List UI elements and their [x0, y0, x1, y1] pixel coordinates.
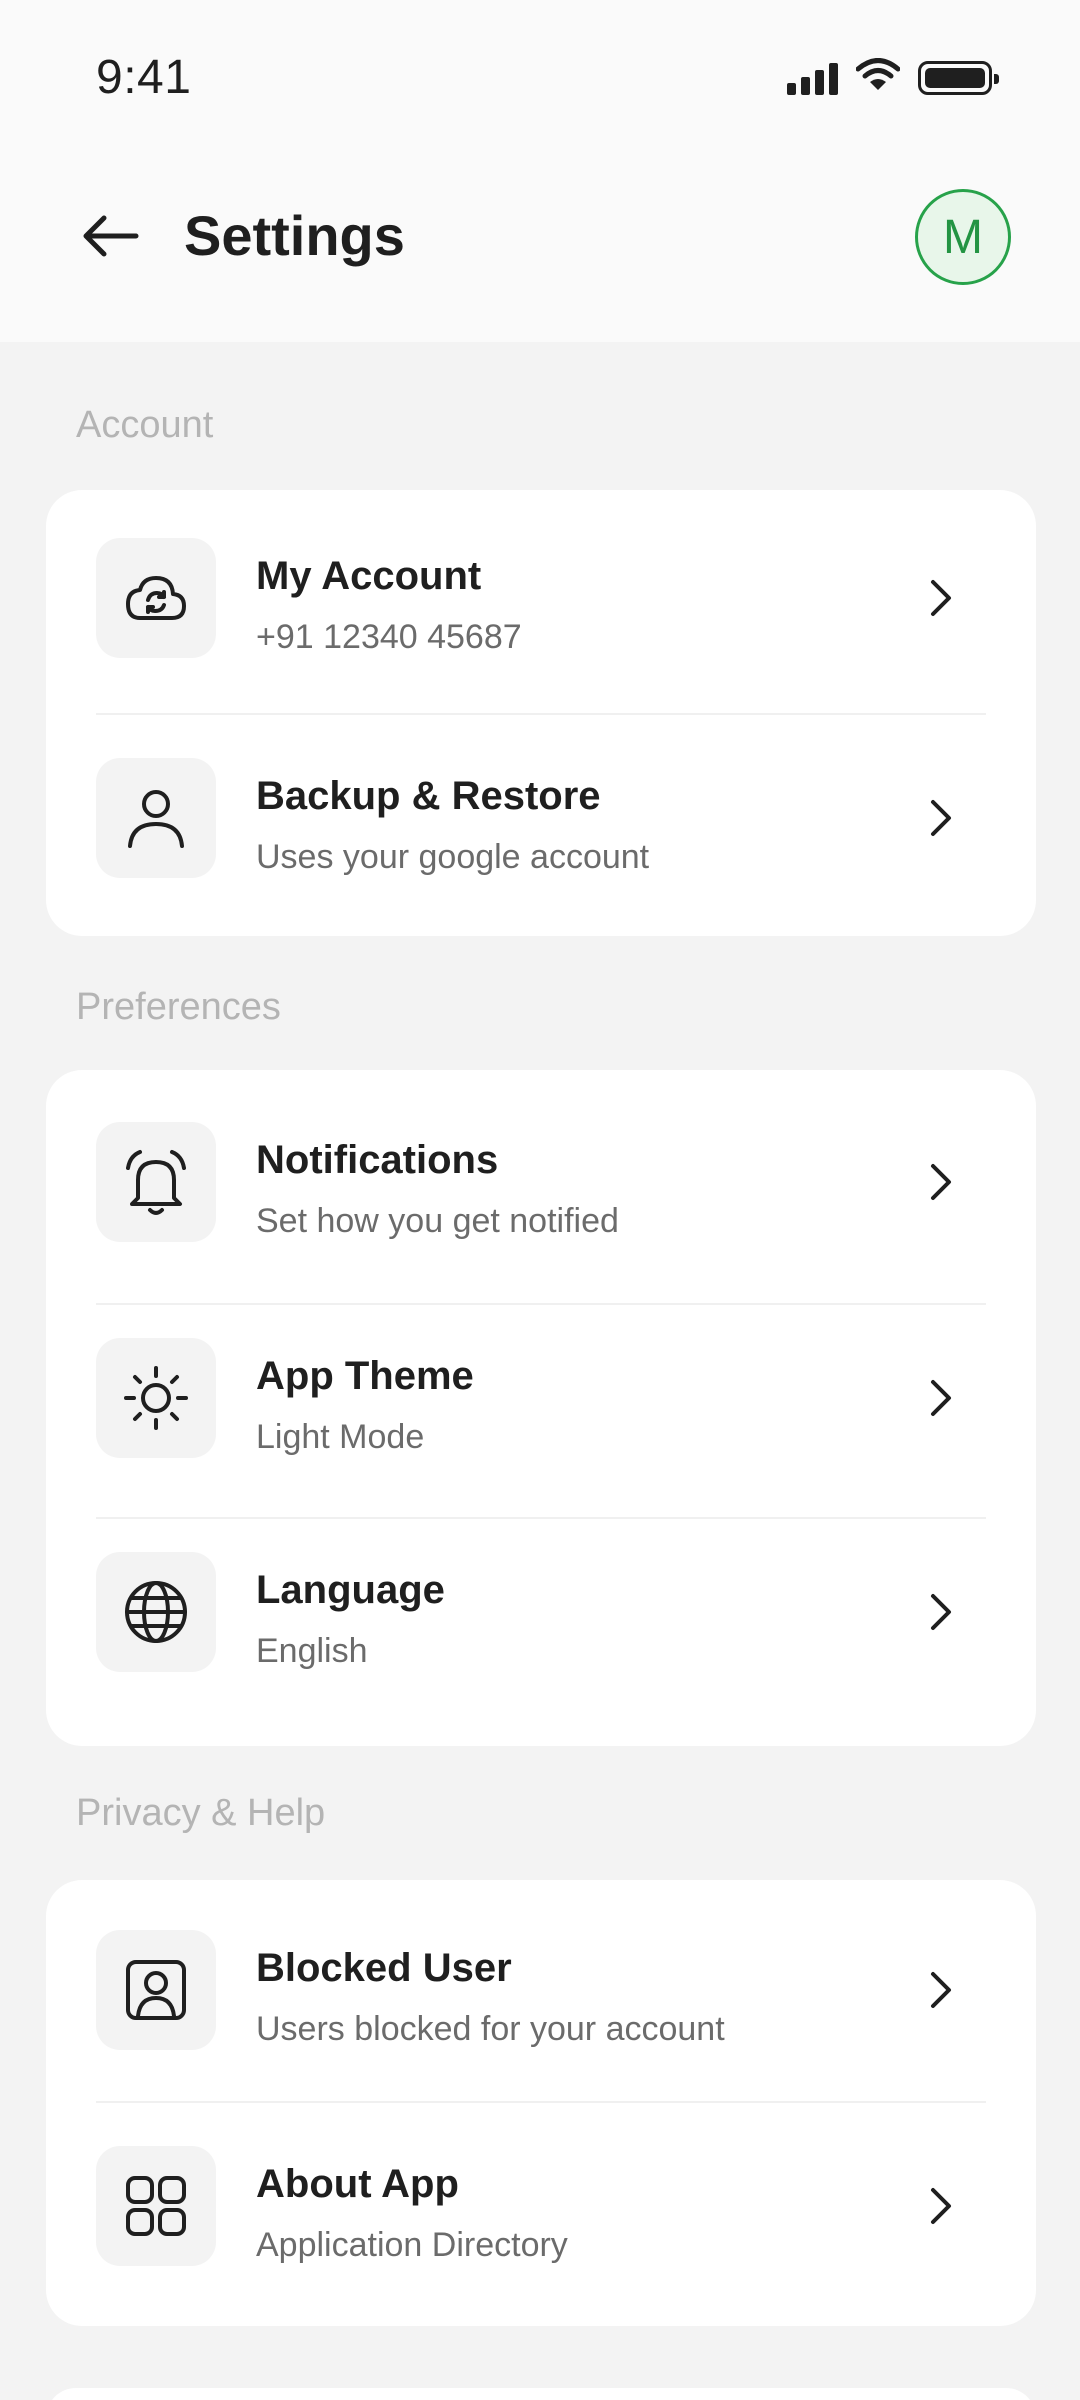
avatar[interactable]: M — [915, 189, 1011, 285]
item-title: Notifications — [256, 1138, 499, 1182]
item-title: Backup & Restore — [256, 774, 601, 818]
settings-item-notifications[interactable]: Notifications Set how you get notified — [46, 1074, 1036, 1290]
settings-item-backup-restore[interactable]: Backup & Restore Uses your google accoun… — [46, 710, 1036, 926]
sun-icon — [96, 1338, 216, 1458]
grid-icon — [96, 2146, 216, 2266]
chevron-right-icon — [916, 1158, 964, 1206]
section-label-account: Account — [76, 404, 214, 446]
item-subtitle: Users blocked for your account — [256, 2010, 725, 2048]
next-card-peek — [46, 2388, 1036, 2400]
wifi-icon — [855, 58, 901, 97]
item-subtitle: English — [256, 1632, 368, 1670]
back-button[interactable] — [74, 200, 146, 272]
settings-item-blocked-user[interactable]: Blocked User Users blocked for your acco… — [46, 1882, 1036, 2098]
account-card: My Account +91 12340 45687 Backup & Rest… — [46, 490, 1036, 936]
battery-icon — [918, 60, 999, 95]
settings-screen: 9:41 Settings M Account My Account +91 1… — [0, 0, 1080, 2400]
page-title: Settings — [184, 204, 405, 267]
signal-icon — [787, 61, 838, 95]
item-title: Blocked User — [256, 1946, 512, 1990]
preferences-card: Notifications Set how you get notified A… — [46, 1070, 1036, 1746]
section-label-privacy-help: Privacy & Help — [76, 1792, 326, 1834]
settings-item-about-app[interactable]: About App Application Directory — [46, 2098, 1036, 2314]
item-subtitle: +91 12340 45687 — [256, 618, 522, 656]
user-icon — [96, 758, 216, 878]
chevron-right-icon — [916, 1588, 964, 1636]
settings-item-my-account[interactable]: My Account +91 12340 45687 — [46, 490, 1036, 706]
arrow-left-icon — [83, 215, 139, 257]
privacy-help-card: Blocked User Users blocked for your acco… — [46, 1880, 1036, 2326]
item-subtitle: Light Mode — [256, 1418, 425, 1456]
item-subtitle: Set how you get notified — [256, 1202, 619, 1240]
globe-icon — [96, 1552, 216, 1672]
chevron-right-icon — [916, 574, 964, 622]
settings-item-app-theme[interactable]: App Theme Light Mode — [46, 1290, 1036, 1506]
item-subtitle: Uses your google account — [256, 838, 650, 876]
app-header: 9:41 Settings M — [0, 0, 1080, 342]
item-title: Language — [256, 1568, 445, 1612]
status-time: 9:41 — [96, 51, 192, 104]
chevron-right-icon — [916, 2182, 964, 2230]
bell-icon — [96, 1122, 216, 1242]
item-subtitle: Application Directory — [256, 2226, 568, 2264]
chevron-right-icon — [916, 794, 964, 842]
user-square-icon — [96, 1930, 216, 2050]
settings-item-language[interactable]: Language English — [46, 1504, 1036, 1720]
cloud-sync-icon — [96, 538, 216, 658]
item-title: My Account — [256, 554, 482, 598]
chevron-right-icon — [916, 1966, 964, 2014]
status-icons — [787, 58, 999, 97]
section-label-preferences: Preferences — [76, 986, 281, 1028]
item-title: App Theme — [256, 1354, 474, 1398]
chevron-right-icon — [916, 1374, 964, 1422]
item-title: About App — [256, 2162, 459, 2206]
